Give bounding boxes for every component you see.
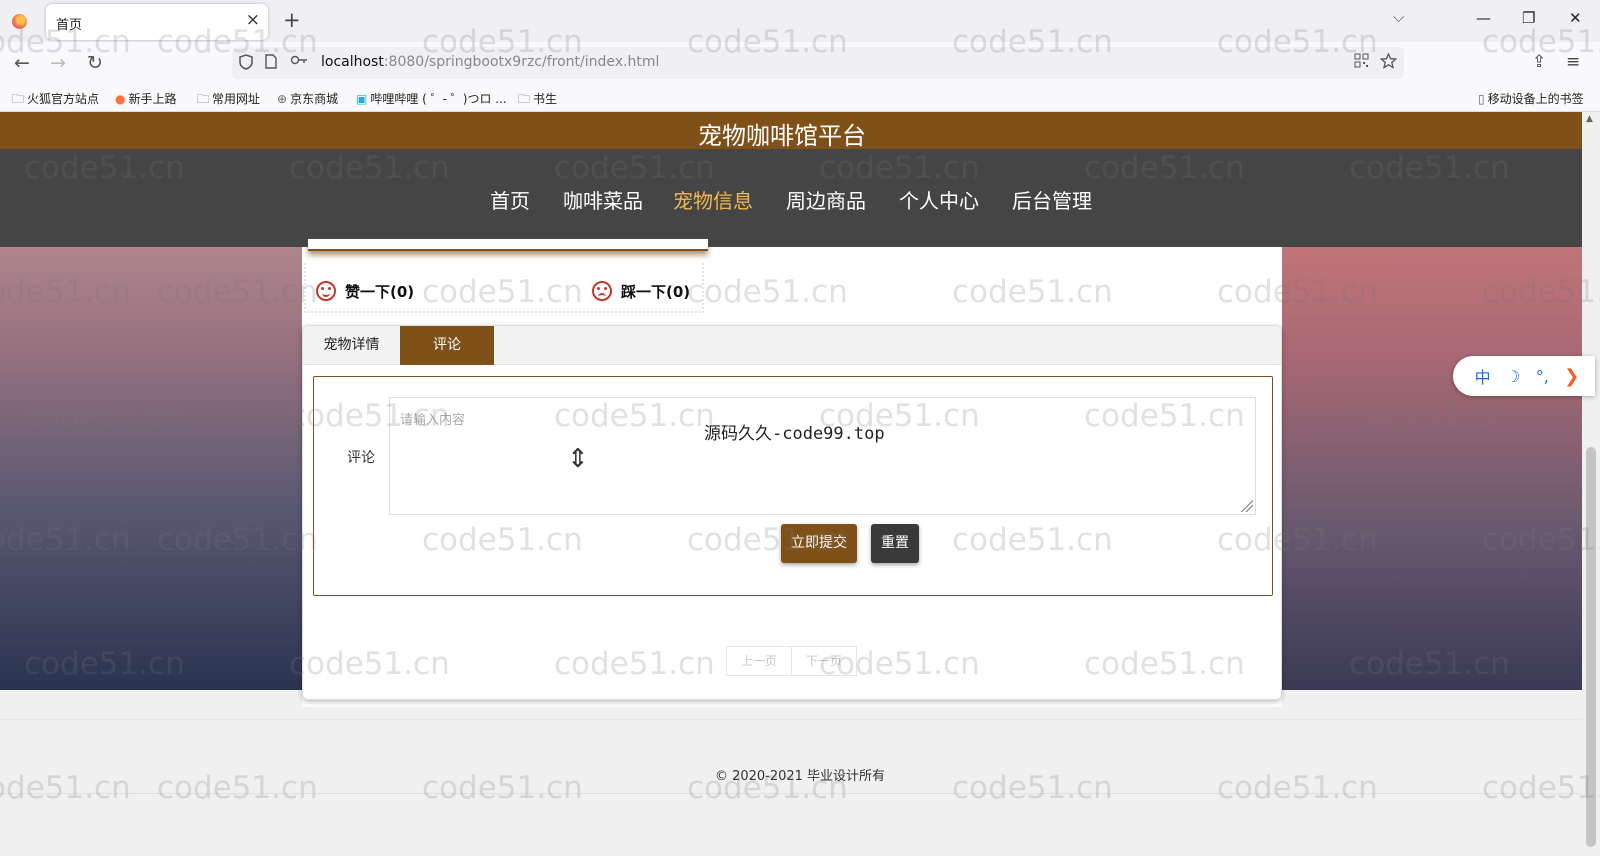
next-page-button[interactable]: 下一页 xyxy=(791,647,856,675)
background-image-right xyxy=(1282,214,1582,690)
frown-icon xyxy=(592,281,612,301)
menu-item-pets[interactable]: 宠物信息 xyxy=(673,185,753,214)
main-menu: 首页 咖啡菜品 宠物信息 周边商品 个人中心 后台管理 xyxy=(0,149,1582,247)
detail-tabs-panel: 宠物详情 评论 评论 源码久久-code99.top ⇕ 立即提交 重置 上一页… xyxy=(302,325,1282,700)
bookmark-label: 移动设备上的书签 xyxy=(1487,92,1584,106)
firefox-bookmark-icon: ● xyxy=(115,92,126,106)
back-icon[interactable]: ← xyxy=(14,52,30,74)
url-host: localhost xyxy=(321,54,384,70)
pet-image-bottom xyxy=(308,239,708,251)
ime-toolbar[interactable]: 中 ☽ °, ❯ xyxy=(1453,356,1595,396)
folder-icon: 🗀 xyxy=(12,92,25,106)
browser-tab-active[interactable]: 首页 × xyxy=(46,4,268,40)
menu-item-home[interactable]: 首页 xyxy=(490,185,530,214)
bookmark-label: 哔哩哔哩 ( ゜- ゜)つロ ... xyxy=(370,92,507,106)
menu-item-profile[interactable]: 个人中心 xyxy=(899,185,979,214)
bookmark-label: 常用网址 xyxy=(212,92,261,106)
shield-icon[interactable] xyxy=(239,54,253,74)
bookmark-label: 书生 xyxy=(533,92,558,106)
minimize-icon[interactable]: — xyxy=(1476,9,1491,27)
url-text[interactable]: localhost:8080/springbootx9rzc/front/ind… xyxy=(321,54,659,70)
extensions-icon[interactable]: ⇪ xyxy=(1532,52,1546,72)
vote-box: 赞一下(0) 踩一下(0) xyxy=(304,263,704,313)
forward-icon[interactable]: → xyxy=(50,52,66,74)
bookmark-label: 京东商城 xyxy=(290,92,339,106)
scroll-up-icon[interactable]: ▲ xyxy=(1586,114,1593,124)
tab-pet-details[interactable]: 宠物详情 xyxy=(303,326,400,365)
comment-label: 评论 xyxy=(347,450,375,466)
moon-icon[interactable]: ☽ xyxy=(1506,367,1520,386)
restore-icon[interactable]: ❐ xyxy=(1522,9,1535,27)
menu-item-goods[interactable]: 周边商品 xyxy=(786,185,866,214)
list-all-tabs-icon[interactable]: ⌵ xyxy=(1393,8,1404,26)
tabs-header: 宠物详情 评论 xyxy=(303,326,1281,365)
firefox-icon xyxy=(12,14,27,29)
textarea-resize-grip[interactable] xyxy=(1239,498,1253,512)
submit-button[interactable]: 立即提交 xyxy=(781,524,857,563)
url-path: :8080/springbootx9rzc/front/index.html xyxy=(383,54,660,70)
dislike-label: 踩一下(0) xyxy=(621,283,691,301)
bookmark-item[interactable]: ▣ 哔哩哔哩 ( ゜- ゜)つロ ... xyxy=(356,90,507,107)
punctuation-icon[interactable]: °, xyxy=(1536,367,1549,386)
bookmark-star-icon[interactable] xyxy=(1379,52,1398,73)
pagination: 上一页 下一页 xyxy=(726,646,858,676)
bookmark-item[interactable]: ● 新手上路 xyxy=(115,90,177,107)
menu-icon[interactable]: ≡ xyxy=(1566,52,1580,72)
browser-nav-bar: ← → ↻ localhost:8080/springbootx9rzc/fro… xyxy=(0,42,1600,84)
detail-content: 赞一下(0) 踩一下(0) 宠物详情 评论 评论 源码久久-code99.top… xyxy=(302,239,1282,707)
resize-cursor-icon: ⇕ xyxy=(567,444,589,474)
bookmark-item[interactable]: 🗀 火狐官方站点 xyxy=(12,90,99,111)
menu-item-admin[interactable]: 后台管理 xyxy=(1012,185,1092,214)
site-header: 宠物咖啡馆平台 xyxy=(0,112,1582,150)
mobile-bookmarks[interactable]: ▯ 移动设备上的书签 xyxy=(1478,90,1584,107)
bilibili-icon: ▣ xyxy=(356,92,368,106)
reset-button[interactable]: 重置 xyxy=(871,524,919,563)
page-scrollbar[interactable]: ▲ xyxy=(1582,112,1600,856)
folder-icon: 🗀 xyxy=(518,92,531,106)
tab-comments[interactable]: 评论 xyxy=(400,326,494,365)
browser-tab-strip: 首页 × + ⌵ — ❐ ✕ xyxy=(0,0,1600,42)
site-footer: © 2020-2021 毕业设计所有 xyxy=(0,719,1582,794)
like-label: 赞一下(0) xyxy=(345,283,415,301)
folder-icon: 🗀 xyxy=(197,92,210,106)
bookmark-item[interactable]: ⊕ 京东商城 xyxy=(277,90,338,107)
smile-icon xyxy=(316,281,336,301)
ime-language-toggle[interactable]: 中 xyxy=(1475,364,1491,388)
new-tab-icon[interactable]: + xyxy=(283,8,301,32)
bookmarks-bar: 🗀 火狐官方站点 ● 新手上路 🗀 常用网址 ⊕ 京东商城 ▣ 哔哩哔哩 ( ゜- ゜)つ… xyxy=(0,84,1600,112)
close-tab-icon[interactable]: × xyxy=(246,10,260,30)
comment-form: 评论 源码久久-code99.top ⇕ 立即提交 重置 xyxy=(313,376,1273,596)
qr-code-icon[interactable] xyxy=(1354,53,1369,72)
key-icon[interactable] xyxy=(290,54,308,70)
bookmark-item[interactable]: 🗀 常用网址 xyxy=(197,90,260,111)
prev-page-button[interactable]: 上一页 xyxy=(727,647,791,675)
close-window-icon[interactable]: ✕ xyxy=(1569,9,1582,27)
bookmark-label: 新手上路 xyxy=(128,92,177,106)
globe-icon: ⊕ xyxy=(277,92,288,106)
menu-item-coffee[interactable]: 咖啡菜品 xyxy=(563,185,643,214)
bookmark-label: 火狐官方站点 xyxy=(27,92,100,106)
dislike-button[interactable]: 踩一下(0) xyxy=(592,281,690,302)
page-viewport: 宠物咖啡馆平台 首页 咖啡菜品 宠物信息 周边商品 个人中心 后台管理 赞一下(… xyxy=(0,112,1582,856)
address-bar[interactable]: localhost:8080/springbootx9rzc/front/ind… xyxy=(232,47,1404,79)
comment-textarea[interactable] xyxy=(389,397,1256,515)
mobile-icon: ▯ xyxy=(1478,92,1485,106)
overlay-watermark-text: 源码久久-code99.top xyxy=(704,424,885,444)
tab-title: 首页 xyxy=(56,18,83,33)
page-icon[interactable] xyxy=(265,54,277,73)
scrollbar-thumb[interactable] xyxy=(1586,447,1596,847)
chevron-right-icon[interactable]: ❯ xyxy=(1564,366,1579,387)
reload-icon[interactable]: ↻ xyxy=(87,52,103,74)
bookmark-item[interactable]: 🗀 书生 xyxy=(518,90,557,111)
copyright-text: © 2020-2021 毕业设计所有 xyxy=(714,769,886,784)
site-title: 宠物咖啡馆平台 xyxy=(698,122,866,150)
like-button[interactable]: 赞一下(0) xyxy=(316,281,414,302)
